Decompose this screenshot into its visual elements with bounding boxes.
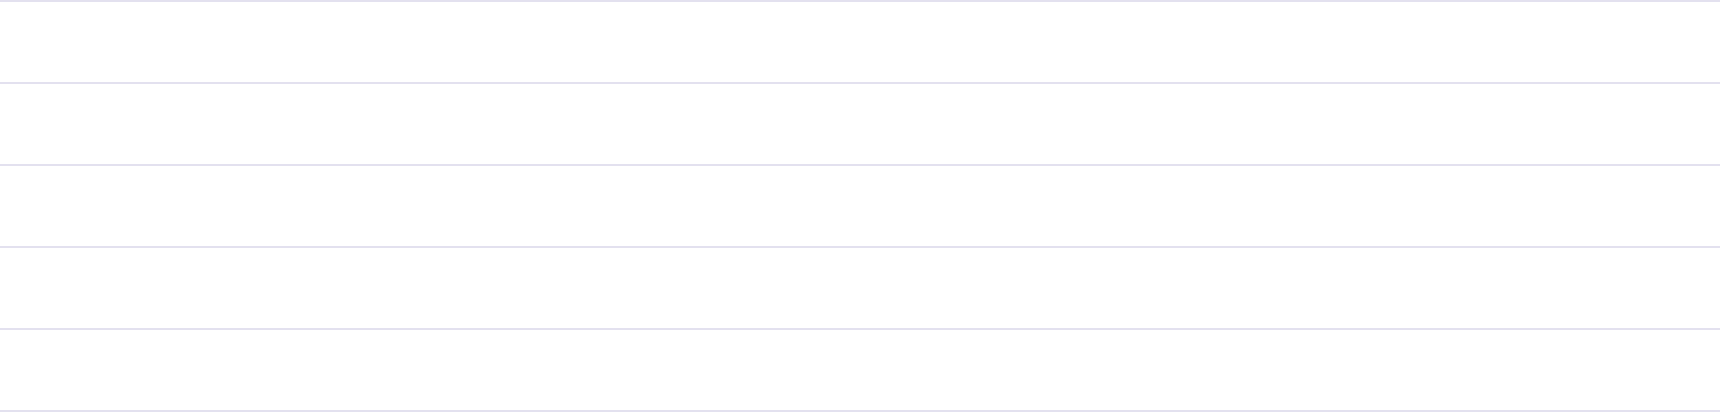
list-row-5[interactable] — [0, 330, 1720, 412]
list-row-4[interactable] — [0, 248, 1720, 330]
list-row-1[interactable] — [0, 2, 1720, 84]
list-row-3[interactable] — [0, 166, 1720, 248]
list-row-2[interactable] — [0, 84, 1720, 166]
empty-list — [0, 0, 1720, 412]
